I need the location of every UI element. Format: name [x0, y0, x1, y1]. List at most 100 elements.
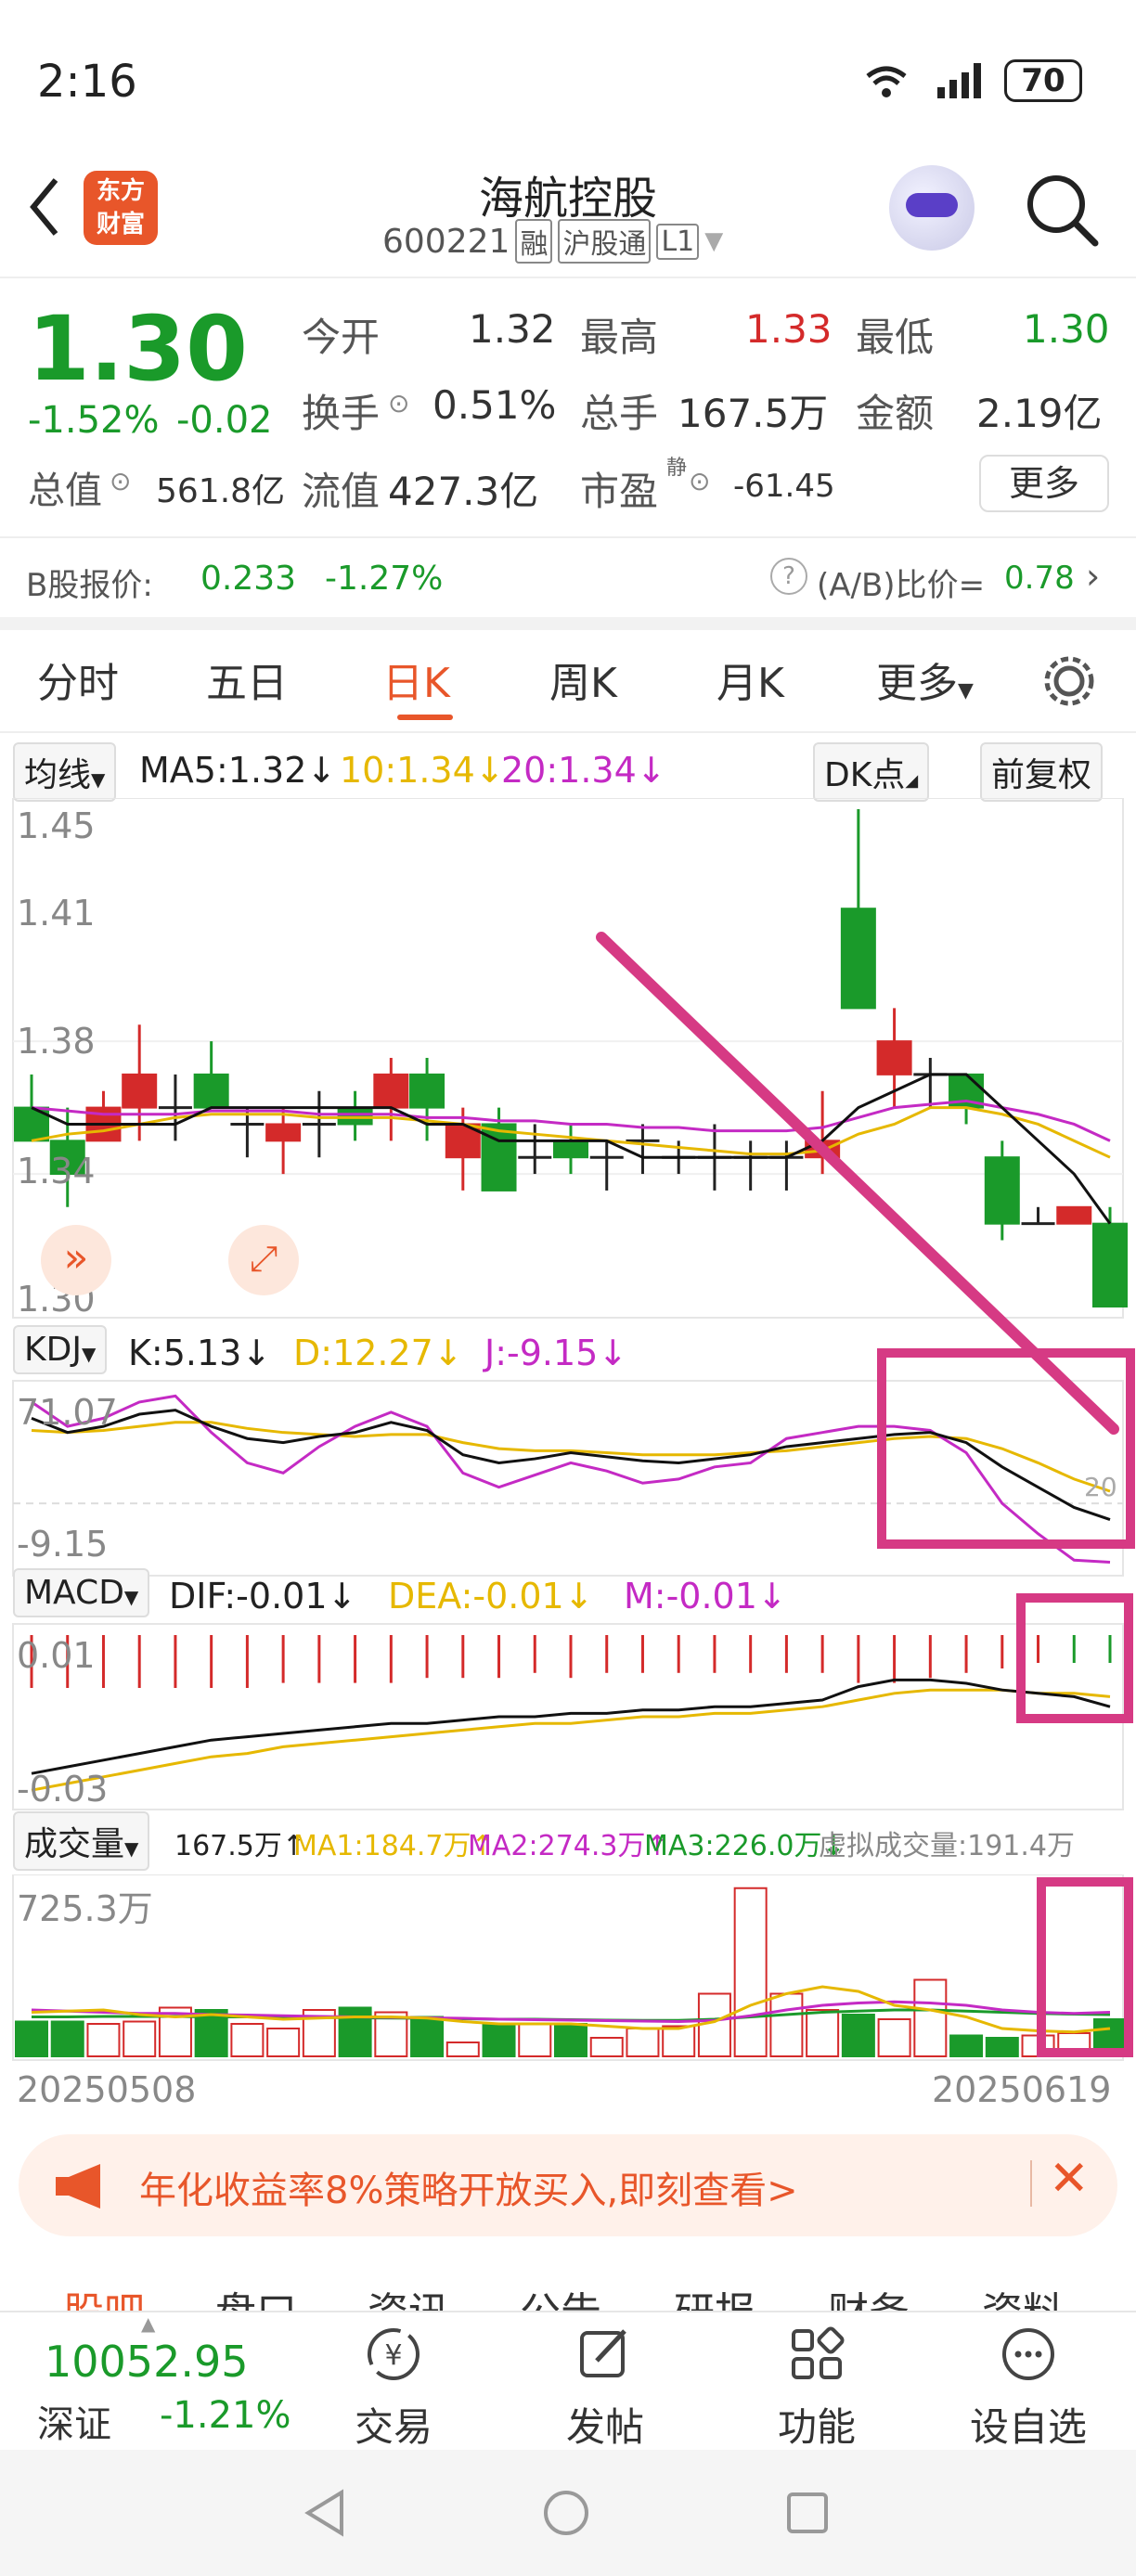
ab-ratio-label: (A/B)比价=: [817, 567, 986, 604]
kdj-j-line: [31, 1394, 1111, 1564]
kdj-selector[interactable]: KDJ▼: [13, 1325, 108, 1374]
caret-up-icon: ▲: [141, 2312, 156, 2335]
volume-bar: [949, 2034, 984, 2057]
tab-daily-k[interactable]: 日K: [382, 650, 450, 709]
divider: [0, 536, 1136, 538]
tab-more-label: 更多: [876, 660, 958, 707]
caret-down-icon: ▼: [123, 1586, 139, 1608]
macd-selector[interactable]: MACD▼: [13, 1568, 150, 1617]
add-watchlist-button[interactable]: 设自选: [954, 2322, 1103, 2453]
kdj-selector-label: KDJ: [24, 1331, 82, 1369]
functions-button[interactable]: 功能: [742, 2322, 891, 2453]
section-gap: [0, 617, 1136, 630]
volume-bar: [626, 2028, 660, 2057]
yen-exchange-icon: ¥: [368, 2328, 420, 2380]
home-circle-icon[interactable]: [540, 2487, 592, 2539]
dk-point-button[interactable]: DK点◢: [813, 742, 930, 802]
subtab-profile[interactable]: 资料: [982, 2279, 1064, 2311]
b-share-price: 0.233: [200, 560, 297, 598]
info-icon[interactable]: ⊙: [110, 466, 131, 496]
caret-down-icon: ▼: [81, 1343, 97, 1365]
kdj-j-value: J:-9.15↓: [484, 1333, 628, 1373]
kdj-d-line: [31, 1421, 1111, 1493]
robot-visor-icon: [906, 193, 958, 217]
float-label: 流值: [302, 469, 381, 514]
volume-bar: [266, 2028, 301, 2057]
adjust-button[interactable]: 前复权: [980, 742, 1104, 802]
candle-body: [1056, 1205, 1092, 1225]
system-navigation-bar: [0, 2450, 1136, 2576]
volume-bar: [15, 2020, 48, 2057]
b-share-row[interactable]: B股报价: 0.233 -1.27% ? (A/B)比价= 0.78 ›: [0, 543, 1136, 617]
tab-more[interactable]: 更多▼: [876, 650, 974, 709]
help-icon[interactable]: ?: [770, 558, 807, 595]
more-button[interactable]: 更多: [979, 455, 1109, 512]
stock-header: 东方 财富 海航控股 600221 融 沪股通 L1 ▼: [0, 148, 1136, 278]
subtab-research[interactable]: 研报: [674, 2279, 755, 2311]
b-share-change: -1.27%: [325, 560, 444, 598]
post-button[interactable]: 发帖: [531, 2322, 679, 2453]
candle-body: [1092, 1222, 1128, 1307]
kdj-k-line: [31, 1409, 1111, 1522]
macd-panel-frame: [12, 1623, 1124, 1810]
volume-bar: [230, 2023, 265, 2057]
tab-monthly-k[interactable]: 月K: [716, 650, 784, 709]
candle-body: [122, 1073, 158, 1109]
fullscreen-icon[interactable]: ⤢: [228, 1225, 299, 1295]
search-icon[interactable]: [1023, 171, 1101, 249]
price-axis-top: 1.45: [17, 805, 96, 846]
ma10-value: 10:1.34↓: [340, 750, 505, 791]
volume-bar: [123, 2020, 157, 2057]
expand-left-icon[interactable]: »: [41, 1225, 111, 1295]
volume-bar: [733, 1887, 768, 2057]
subtab-finance[interactable]: 财务: [828, 2279, 910, 2311]
gear-icon[interactable]: [1039, 651, 1099, 711]
active-tab-indicator: [397, 715, 453, 720]
info-icon[interactable]: ⊙: [388, 388, 409, 419]
chevron-down-icon[interactable]: ▼: [704, 227, 723, 255]
candle-body: [193, 1073, 229, 1109]
tab-weekly-k[interactable]: 周K: [549, 650, 617, 709]
price-panel-frame: [12, 798, 1124, 1319]
ma-selector-label: 均线: [24, 756, 92, 794]
mktcap-value: 561.8亿: [156, 472, 286, 510]
post-label: 发帖: [565, 2404, 644, 2450]
volume-bar: [769, 1992, 804, 2057]
amount-value: 2.19亿: [976, 391, 1103, 436]
subtab-notice[interactable]: 公告: [520, 2279, 601, 2311]
volume-bar: [86, 2023, 121, 2057]
macd-m-value: M:-0.01↓: [624, 1576, 787, 1616]
subtab-pankou[interactable]: 盘口: [215, 2279, 297, 2311]
recents-square-icon[interactable]: [781, 2487, 833, 2539]
trade-button[interactable]: ¥ 交易: [319, 2322, 468, 2453]
ma5-value: MA5:1.32↓: [139, 750, 337, 791]
trade-label: 交易: [354, 2404, 432, 2450]
close-icon[interactable]: ✕: [1049, 2151, 1090, 2207]
mktcap-label: 总值: [28, 470, 102, 512]
tab-five-day[interactable]: 五日: [206, 650, 288, 709]
subtab-guba[interactable]: 股吧: [63, 2279, 145, 2311]
volume-bar: [482, 2023, 516, 2057]
index-value[interactable]: 10052.95: [45, 2337, 249, 2387]
ab-ratio-value: 0.78: [1004, 560, 1075, 597]
volume-bar: [410, 2016, 445, 2057]
ma-selector[interactable]: 均线▼: [13, 742, 117, 802]
pe-static-mark: 静: [666, 457, 688, 480]
price-axis-l3: 1.38: [17, 1021, 96, 1062]
promo-banner[interactable]: 年化收益率8%策略开放买入,即刻查看> ✕: [19, 2134, 1117, 2236]
volume-selector[interactable]: 成交量▼: [13, 1811, 150, 1871]
back-triangle-icon[interactable]: [299, 2487, 351, 2539]
volume-ma2: MA2:274.3万↑: [468, 1830, 669, 1862]
quote-panel: 1.30 -1.52% -0.02 今开 1.32 最高 1.33 最低 1.3…: [0, 278, 1136, 538]
subtab-news[interactable]: 资讯: [368, 2279, 449, 2311]
tab-intraday[interactable]: 分时: [37, 650, 119, 709]
chevron-right-icon[interactable]: ›: [1086, 556, 1100, 597]
macd-dif-value: DIF:-0.01↓: [169, 1576, 357, 1616]
b-share-label: B股报价:: [26, 567, 153, 604]
open-label: 今开: [302, 315, 381, 360]
candle-body: [553, 1140, 588, 1159]
volume-value: 167.5万↑: [174, 1830, 306, 1862]
ai-assistant-avatar[interactable]: [889, 165, 975, 251]
macd-indicator-row: MACD▼ DIF:-0.01↓ DEA:-0.01↓ M:-0.01↓: [0, 1568, 1136, 1624]
info-icon[interactable]: ⊙: [689, 466, 710, 496]
